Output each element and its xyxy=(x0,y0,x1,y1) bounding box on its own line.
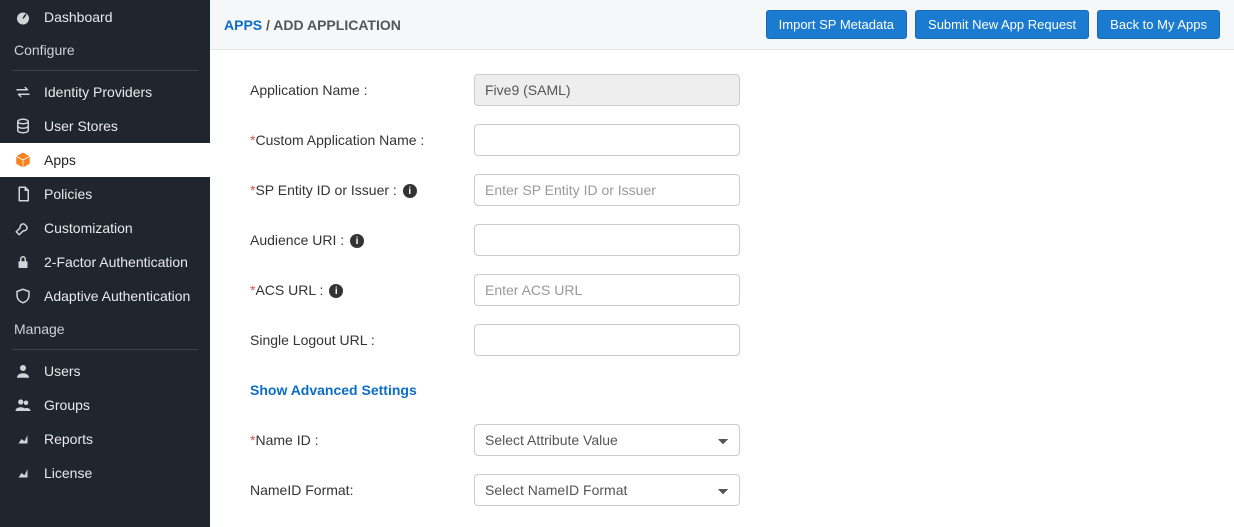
audience-uri-field[interactable] xyxy=(474,224,740,256)
breadcrumb-sep: / xyxy=(262,17,273,33)
topbar-actions: Import SP Metadata Submit New App Reques… xyxy=(766,10,1220,39)
sidebar-item-label: Policies xyxy=(44,186,92,202)
info-icon[interactable]: i xyxy=(403,184,417,198)
sidebar-section-manage: Manage xyxy=(0,313,210,345)
sidebar-item-label: Identity Providers xyxy=(44,84,152,100)
info-icon[interactable]: i xyxy=(329,284,343,298)
acs-url-field[interactable] xyxy=(474,274,740,306)
label-slo-url: Single Logout URL : xyxy=(250,332,474,348)
sidebar-item-label: Groups xyxy=(44,397,90,413)
row-custom-app-name: *Custom Application Name : xyxy=(250,124,1194,156)
label-acs-url: *ACS URL : i xyxy=(250,282,474,298)
divider xyxy=(12,349,198,350)
chart-icon xyxy=(14,464,32,482)
back-to-my-apps-button[interactable]: Back to My Apps xyxy=(1097,10,1220,39)
submit-new-app-request-button[interactable]: Submit New App Request xyxy=(915,10,1089,39)
box-icon xyxy=(14,151,32,169)
application-name-field xyxy=(474,74,740,106)
shield-icon xyxy=(14,287,32,305)
row-application-name: Application Name : xyxy=(250,74,1194,106)
label-audience-uri: Audience URI : i xyxy=(250,232,474,248)
sidebar-item-license[interactable]: License xyxy=(0,456,210,490)
sidebar-item-label: 2-Factor Authentication xyxy=(44,254,188,270)
row-slo-url: Single Logout URL : xyxy=(250,324,1194,356)
sidebar-item-label: Customization xyxy=(44,220,133,236)
nameid-format-select[interactable]: Select NameID Format xyxy=(474,474,740,506)
row-nameid-format: NameID Format: Select NameID Format xyxy=(250,474,1194,506)
label-name-id: *Name ID : xyxy=(250,432,474,448)
dashboard-icon xyxy=(14,8,32,26)
users-icon xyxy=(14,396,32,414)
sidebar-item-label: Adaptive Authentication xyxy=(44,288,190,304)
sidebar-item-policies[interactable]: Policies xyxy=(0,177,210,211)
row-audience-uri: Audience URI : i xyxy=(250,224,1194,256)
label-custom-app-name: *Custom Application Name : xyxy=(250,132,474,148)
sidebar-item-label: Dashboard xyxy=(44,9,113,25)
label-application-name: Application Name : xyxy=(250,82,474,98)
database-icon xyxy=(14,117,32,135)
sp-entity-id-field[interactable] xyxy=(474,174,740,206)
sidebar-item-label: Users xyxy=(44,363,81,379)
wrench-icon xyxy=(14,219,32,237)
sidebar-item-reports[interactable]: Reports xyxy=(0,422,210,456)
sidebar-item-label: License xyxy=(44,465,92,481)
sidebar: Dashboard Configure Identity Providers U… xyxy=(0,0,210,527)
row-sp-entity-id: *SP Entity ID or Issuer : i xyxy=(250,174,1194,206)
name-id-select[interactable]: Select Attribute Value xyxy=(474,424,740,456)
label-sp-entity-id: *SP Entity ID or Issuer : i xyxy=(250,182,474,198)
info-icon[interactable]: i xyxy=(350,234,364,248)
sidebar-item-customization[interactable]: Customization xyxy=(0,211,210,245)
breadcrumb-root[interactable]: APPS xyxy=(224,17,262,33)
sidebar-item-dashboard[interactable]: Dashboard xyxy=(0,0,210,34)
single-logout-url-field[interactable] xyxy=(474,324,740,356)
row-name-id: *Name ID : Select Attribute Value xyxy=(250,424,1194,456)
sidebar-item-label: Reports xyxy=(44,431,93,447)
sidebar-item-users[interactable]: Users xyxy=(0,354,210,388)
sidebar-item-label: User Stores xyxy=(44,118,118,134)
label-nameid-format: NameID Format: xyxy=(250,482,474,498)
sidebar-item-user-stores[interactable]: User Stores xyxy=(0,109,210,143)
topbar: APPS / ADD APPLICATION Import SP Metadat… xyxy=(210,0,1234,50)
custom-application-name-field[interactable] xyxy=(474,124,740,156)
form: Application Name : *Custom Application N… xyxy=(210,50,1234,527)
main-content: APPS / ADD APPLICATION Import SP Metadat… xyxy=(210,0,1234,527)
row-acs-url: *ACS URL : i xyxy=(250,274,1194,306)
import-sp-metadata-button[interactable]: Import SP Metadata xyxy=(766,10,907,39)
sidebar-item-adaptive-auth[interactable]: Adaptive Authentication xyxy=(0,279,210,313)
divider xyxy=(12,70,198,71)
swap-icon xyxy=(14,83,32,101)
sidebar-item-label: Apps xyxy=(44,152,76,168)
breadcrumb: APPS / ADD APPLICATION xyxy=(224,17,401,33)
lock-icon xyxy=(14,253,32,271)
sidebar-item-2fa[interactable]: 2-Factor Authentication xyxy=(0,245,210,279)
chart-icon xyxy=(14,430,32,448)
sidebar-item-groups[interactable]: Groups xyxy=(0,388,210,422)
document-icon xyxy=(14,185,32,203)
sidebar-item-identity-providers[interactable]: Identity Providers xyxy=(0,75,210,109)
show-advanced-settings-link[interactable]: Show Advanced Settings xyxy=(250,382,417,398)
user-icon xyxy=(14,362,32,380)
breadcrumb-current: ADD APPLICATION xyxy=(273,17,401,33)
sidebar-section-configure: Configure xyxy=(0,34,210,66)
sidebar-item-apps[interactable]: Apps xyxy=(0,143,210,177)
